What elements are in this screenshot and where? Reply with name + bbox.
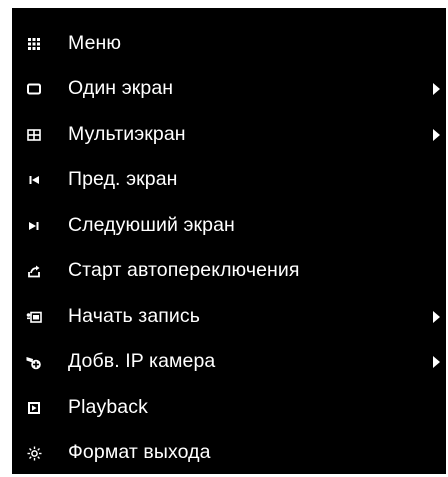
menu-item-label: Пред. экран	[68, 168, 178, 191]
multi-screen-icon	[26, 127, 42, 143]
menu-item-label: Один экран	[68, 77, 174, 100]
menu-item-label: Формат выхода	[68, 441, 211, 464]
submenu-arrow-icon	[433, 356, 440, 369]
menu-item-label: Старт автопереключения	[68, 259, 300, 282]
submenu-arrow-icon	[433, 128, 440, 141]
context-menu: Меню Один экран Мультиэкран Пред. экран …	[12, 8, 446, 474]
menu-item-auto-switch[interactable]: Старт автопереключения	[12, 249, 446, 295]
auto-switch-icon	[26, 263, 42, 279]
menu-item-playback[interactable]: Playback	[12, 385, 446, 431]
menu-item-multi-screen[interactable]: Мультиэкран	[12, 112, 446, 158]
menu-item-label: Меню	[68, 31, 122, 54]
menu-item-label: Следуюший экран	[68, 213, 235, 236]
menu-item-label: Добв. IP камера	[68, 350, 216, 373]
single-screen-icon	[26, 81, 42, 97]
grid-icon	[26, 36, 42, 52]
menu-item-label: Мультиэкран	[68, 122, 186, 145]
menu-item-previous-screen[interactable]: Пред. экран	[12, 158, 446, 204]
menu-item-next-screen[interactable]: Следуюший экран	[12, 203, 446, 249]
playback-icon	[26, 400, 42, 416]
menu-item-label: Playback	[68, 395, 148, 418]
menu-item-start-recording[interactable]: Начать запись	[12, 294, 446, 340]
record-icon	[26, 309, 42, 325]
output-format-icon	[26, 445, 42, 461]
next-screen-icon	[26, 218, 42, 234]
menu-item-output-format[interactable]: Формат выхода	[12, 431, 446, 477]
submenu-arrow-icon	[433, 83, 440, 96]
menu-item-single-screen[interactable]: Один экран	[12, 67, 446, 113]
add-ip-camera-icon	[26, 354, 42, 370]
submenu-arrow-icon	[433, 310, 440, 323]
previous-screen-icon	[26, 172, 42, 188]
menu-item-menu[interactable]: Меню	[12, 21, 446, 67]
menu-item-add-ip-camera[interactable]: Добв. IP камера	[12, 340, 446, 386]
menu-item-label: Начать запись	[68, 304, 201, 327]
